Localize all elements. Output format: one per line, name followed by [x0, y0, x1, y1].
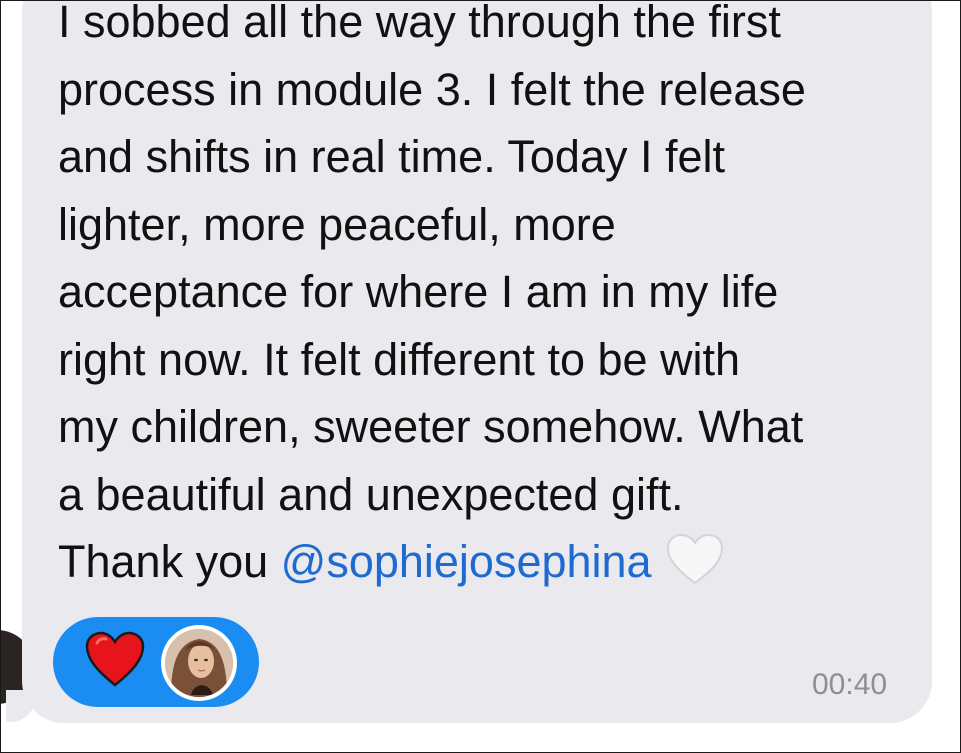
- white-heart-icon: [666, 533, 724, 604]
- message-line: my children, sweeter somehow. What: [58, 401, 804, 452]
- user-avatar-photo: [165, 629, 233, 697]
- chat-screen: I sobbed all the way through the first p…: [0, 0, 961, 753]
- message-line: process in module 3. I felt the release: [58, 63, 806, 115]
- message-text: I sobbed all the way through the first p…: [58, 0, 928, 604]
- message-thanks: Thank you: [58, 536, 281, 587]
- message-line: acceptance for where I am in my life: [58, 266, 779, 317]
- message-line: a beautiful and unexpected gift.: [58, 468, 684, 520]
- message-timestamp: 00:40: [812, 668, 888, 701]
- message-last-line: Thank you @sophiejosephina: [58, 528, 928, 604]
- message-line: I sobbed all the way through the first: [58, 0, 781, 47]
- message-line: and shifts in real time. Today I felt: [58, 131, 726, 182]
- reactor-avatar[interactable]: [161, 625, 237, 701]
- message-line: right now. It felt different to be with: [58, 333, 741, 385]
- mention-link[interactable]: @sophiejosephina: [281, 536, 652, 587]
- reaction-pill[interactable]: [53, 617, 259, 707]
- red-heart-icon: [85, 631, 145, 692]
- message-line: lighter, more peaceful, more: [58, 198, 616, 250]
